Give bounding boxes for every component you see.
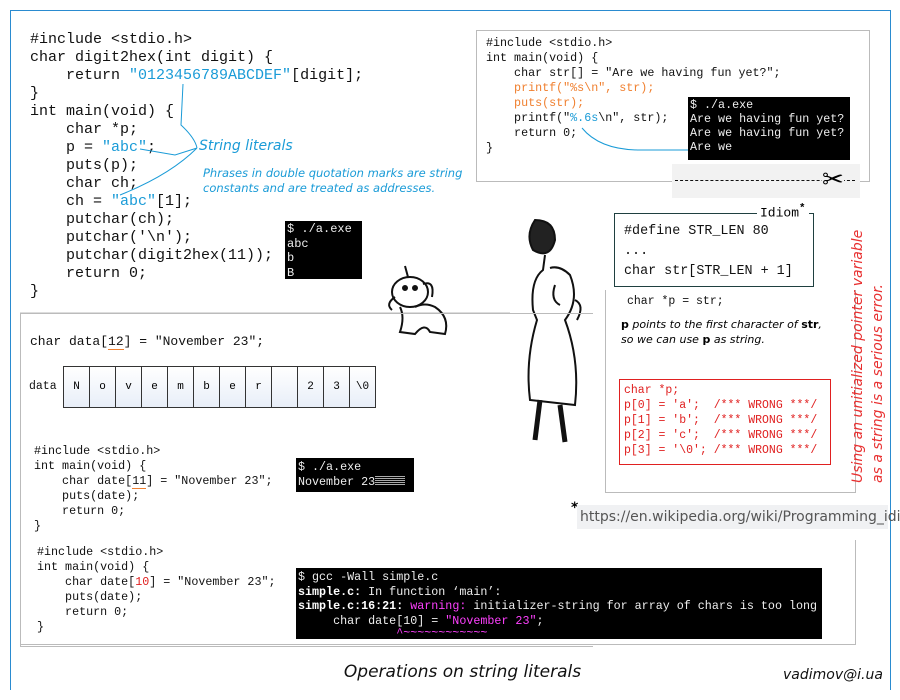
array-cell: o <box>89 366 116 408</box>
array-cell: e <box>141 366 168 408</box>
code-date-11: #include <stdio.h> int main(void) { char… <box>34 444 273 533</box>
slide-title: Operations on string literals <box>343 662 582 682</box>
array-declaration: char data[12] = "November 23"; <box>30 334 265 350</box>
divider <box>20 644 855 645</box>
string-literals-note: Phrases in double quotation marks are st… <box>203 166 463 195</box>
terminal-output-3: $ ./a.exe November 23 <box>296 458 414 492</box>
cut-line: ✂ <box>672 164 860 198</box>
scissors-icon: ✂ <box>822 165 844 195</box>
array-cell <box>271 366 298 408</box>
author-email: vadimov@i.ua <box>783 667 883 683</box>
array-cell: m <box>167 366 194 408</box>
gcc-terminal-output: $ gcc -Wall simple.c simple.c: In functio… <box>296 568 822 639</box>
idiom-code: #define STR_LEN 80... char str[STR_LEN + … <box>624 224 793 279</box>
divider <box>855 540 856 645</box>
array-cell: e <box>219 366 246 408</box>
terminal-output-2: $ ./a.exe Are we having fun yet? Are we ha… <box>688 97 850 160</box>
array-label: data <box>29 380 57 393</box>
wikipedia-link[interactable]: https://en.wikipedia.org/wiki/Programmin… <box>577 505 900 529</box>
string-literals-label: String literals <box>199 138 293 154</box>
array-cell: N <box>63 366 90 408</box>
idiom-title: Idiom* <box>757 203 809 221</box>
wrong-usage-code: char *p; p[0] = 'a'; /*** WRONG ***/p[1] … <box>624 384 818 457</box>
array-cells: November 2 3 \0 <box>63 366 376 408</box>
uninitialized-pointer-warning: Using an unitialized pointer variable as… <box>850 229 886 483</box>
array-cell: r <box>245 366 272 408</box>
pointer-explanation: p points to the first character of str, … <box>621 318 822 346</box>
garbage-chars <box>375 475 406 485</box>
array-cell: b <box>193 366 220 408</box>
pointer-assign-code: char *p = str; <box>627 295 724 308</box>
array-cell: \0 <box>349 366 376 408</box>
array-cell: 2 <box>297 366 324 408</box>
array-cell: 3 <box>323 366 350 408</box>
array-cell: v <box>115 366 142 408</box>
terminal-output-1: $ ./a.exe abc b B <box>285 221 362 280</box>
code-date-10: #include <stdio.h> int main(void) { char… <box>37 545 276 634</box>
